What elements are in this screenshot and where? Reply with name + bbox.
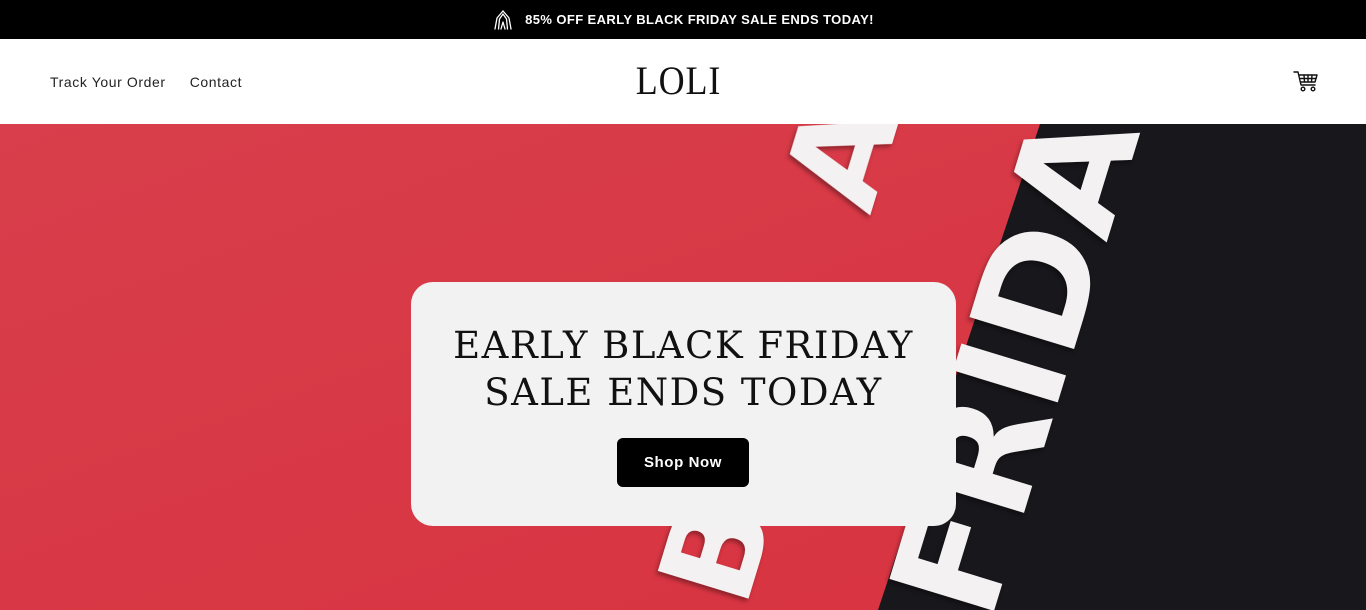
site-header: Track Your Order Contact LOLI [0,39,1366,124]
cart-button[interactable] [1292,67,1320,95]
nav-track-order-link[interactable]: Track Your Order [50,74,166,90]
site-logo[interactable]: LOLI [623,61,735,101]
hero-heading-line2: SALE ENDS TODAY [484,371,883,414]
promo-card: EARLY BLACK FRIDAY SALE ENDS TODAY Shop … [411,282,956,526]
hero-banner: B AC FRIDAY EARLY BLACK FRIDAY SALE ENDS… [0,124,1366,610]
shop-now-button[interactable]: Shop Now [617,438,749,487]
logo-text: LOLI [636,58,722,103]
hands-logo-icon [494,9,512,30]
hero-heading-line1: EARLY BLACK FRIDAY [453,324,914,367]
cart-icon [1293,71,1318,92]
announcement-bar: 85% OFF EARLY BLACK FRIDAY SALE ENDS TOD… [0,0,1366,39]
nav-contact-link[interactable]: Contact [190,74,242,90]
announcement-text: 85% OFF EARLY BLACK FRIDAY SALE ENDS TOD… [525,12,874,27]
header-nav: Track Your Order Contact [50,39,242,124]
hero-heading: EARLY BLACK FRIDAY SALE ENDS TODAY [411,322,956,416]
